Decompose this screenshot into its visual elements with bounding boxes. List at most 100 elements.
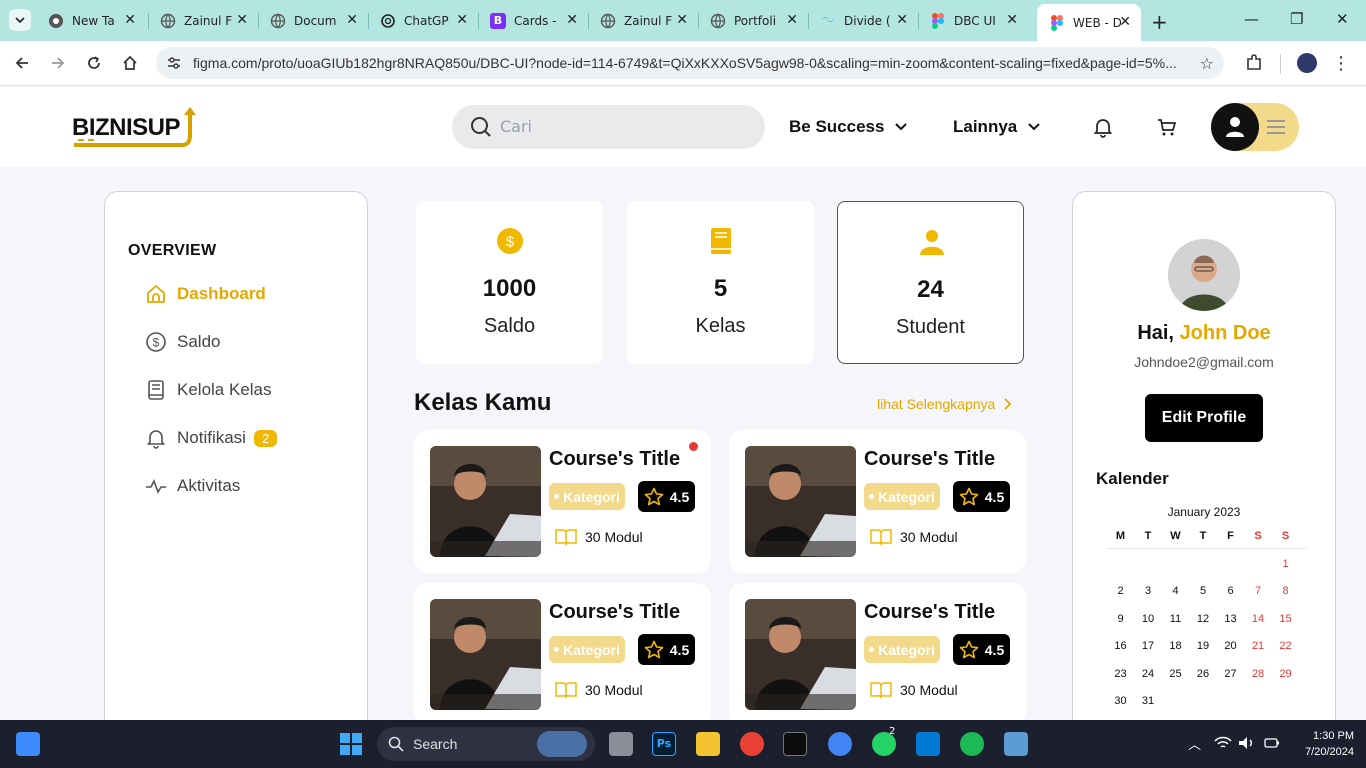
- home-icon[interactable]: [120, 53, 140, 73]
- terminal-icon[interactable]: [783, 732, 807, 756]
- calendar-day[interactable]: 24: [1135, 668, 1162, 680]
- forward-arrow-icon[interactable]: [48, 53, 68, 73]
- course-card[interactable]: Course's Title Kategori 4.5 30 Modul: [729, 430, 1026, 573]
- sidebar-item-dashboard[interactable]: Dashboard: [145, 281, 266, 307]
- battery-icon[interactable]: [1264, 737, 1280, 749]
- calendar-day[interactable]: 14: [1245, 613, 1272, 625]
- calendar-day[interactable]: 27: [1217, 668, 1244, 680]
- close-tab-icon[interactable]: ✕: [676, 12, 688, 28]
- calendar-day[interactable]: 21: [1245, 640, 1272, 652]
- calendar-day[interactable]: 12: [1190, 613, 1217, 625]
- calendar-day[interactable]: 15: [1272, 613, 1299, 625]
- close-tab-icon[interactable]: ✕: [236, 12, 248, 28]
- calendar-day[interactable]: 7: [1245, 585, 1272, 597]
- calendar-day[interactable]: 16: [1107, 640, 1134, 652]
- calendar-day[interactable]: 13: [1217, 613, 1244, 625]
- photos-icon[interactable]: [1004, 732, 1028, 756]
- calendar-day[interactable]: 2: [1107, 585, 1134, 597]
- close-tab-icon[interactable]: ✕: [896, 12, 908, 28]
- tab-search-button[interactable]: [9, 9, 31, 31]
- calendar-day[interactable]: 23: [1107, 668, 1134, 680]
- browser-tab[interactable]: Zainul F ✕: [588, 6, 698, 35]
- bell-icon[interactable]: [1092, 116, 1114, 138]
- calendar-day[interactable]: 11: [1162, 613, 1189, 625]
- new-tab-plus-icon[interactable]: +: [1151, 10, 1168, 34]
- extensions-icon[interactable]: [1244, 53, 1264, 73]
- close-tab-icon[interactable]: ✕: [786, 12, 798, 28]
- calendar-day[interactable]: 28: [1245, 668, 1272, 680]
- stat-card-saldo[interactable]: $ 1000 Saldo: [416, 201, 603, 364]
- sidebar-item-aktivitas[interactable]: Aktivitas: [145, 473, 240, 499]
- search-input[interactable]: Cari: [452, 105, 765, 149]
- spotify-icon[interactable]: [960, 732, 984, 756]
- hamburger-menu-icon[interactable]: [1266, 118, 1286, 136]
- close-tab-icon[interactable]: ✕: [346, 12, 358, 28]
- course-card[interactable]: Course's Title Kategori 4.5 30 Modul: [414, 583, 711, 726]
- course-card[interactable]: Course's Title Kategori 4.5 30 Modul: [729, 583, 1026, 726]
- calendar-day[interactable]: 10: [1135, 613, 1162, 625]
- chevron-up-icon[interactable]: ︿: [1188, 734, 1201, 753]
- stat-card-student[interactable]: 24 Student: [837, 201, 1024, 364]
- back-arrow-icon[interactable]: [12, 53, 32, 73]
- calendar-day[interactable]: 17: [1135, 640, 1162, 652]
- whatsapp-icon[interactable]: 2: [872, 726, 896, 756]
- calendar-day[interactable]: 20: [1217, 640, 1244, 652]
- user-avatar[interactable]: [1211, 103, 1259, 151]
- close-tab-icon[interactable]: ✕: [124, 12, 136, 28]
- close-tab-icon[interactable]: ✕: [1119, 14, 1131, 30]
- sidebar-item-saldo[interactable]: $ Saldo: [145, 329, 220, 355]
- close-window-icon[interactable]: ✕: [1336, 10, 1349, 28]
- be-success-dropdown[interactable]: Be Success: [789, 117, 908, 137]
- calendar-day[interactable]: 3: [1135, 585, 1162, 597]
- volume-icon[interactable]: [1238, 736, 1256, 750]
- browser-tab-active[interactable]: WEB - D ✕: [1037, 4, 1141, 41]
- photoshop-icon[interactable]: Ps: [652, 732, 676, 756]
- url-bar[interactable]: figma.com/proto/uoaGIUb182hgr8NRAQ850u/D…: [156, 47, 1224, 79]
- site-settings-icon[interactable]: [166, 55, 182, 75]
- file-explorer-icon[interactable]: [696, 732, 720, 756]
- sidebar-item-notifikasi[interactable]: Notifikasi 2: [145, 425, 278, 451]
- calendar-day[interactable]: 18: [1162, 640, 1189, 652]
- calendar-day[interactable]: 29: [1272, 668, 1299, 680]
- calendar-day[interactable]: 5: [1190, 585, 1217, 597]
- windows-start-icon[interactable]: [339, 732, 363, 756]
- calendar-day[interactable]: 4: [1162, 585, 1189, 597]
- browser-tab[interactable]: B Cards - ✕: [478, 6, 588, 35]
- task-view-icon[interactable]: [609, 732, 633, 756]
- calendar-day[interactable]: 31: [1135, 695, 1162, 707]
- cart-icon[interactable]: [1156, 116, 1178, 138]
- browser-tab[interactable]: ChatGP ✕: [368, 6, 478, 35]
- see-more-link[interactable]: lihat Selengkapnya: [877, 396, 1012, 412]
- calendar-day[interactable]: 25: [1162, 668, 1189, 680]
- profile-avatar[interactable]: [1297, 53, 1317, 73]
- close-tab-icon[interactable]: ✕: [1006, 12, 1018, 28]
- calendar-day[interactable]: 1: [1272, 558, 1299, 570]
- edit-profile-button[interactable]: Edit Profile: [1145, 394, 1263, 442]
- browser-tab[interactable]: New Ta ✕: [36, 6, 146, 35]
- system-clock[interactable]: 1:30 PM 7/20/2024: [1290, 728, 1354, 760]
- course-card[interactable]: Course's Title Kategori 4.5 30 Modul: [414, 430, 711, 573]
- browser-tab[interactable]: Portfoli ✕: [698, 6, 808, 35]
- calendar-day[interactable]: 9: [1107, 613, 1134, 625]
- widgets-icon[interactable]: [16, 732, 40, 756]
- close-tab-icon[interactable]: ✕: [456, 12, 468, 28]
- browser-tab[interactable]: Zainul F ✕: [148, 6, 258, 35]
- close-tab-icon[interactable]: ✕: [566, 12, 578, 28]
- taskbar-search[interactable]: Search: [377, 727, 595, 761]
- browser-tab[interactable]: DBC UI ✕: [918, 6, 1028, 35]
- vscode-icon[interactable]: [916, 732, 940, 756]
- stat-card-kelas[interactable]: 5 Kelas: [627, 201, 814, 364]
- calendar-day[interactable]: 19: [1190, 640, 1217, 652]
- reload-icon[interactable]: [84, 53, 104, 73]
- chrome-icon[interactable]: [740, 732, 764, 756]
- user-menu-pill[interactable]: [1211, 103, 1299, 151]
- calendar-day[interactable]: 30: [1107, 695, 1134, 707]
- minimize-icon[interactable]: —: [1244, 10, 1259, 28]
- chrome-profile-icon[interactable]: [828, 732, 852, 756]
- sidebar-item-kelola-kelas[interactable]: Kelola Kelas: [145, 377, 272, 403]
- calendar-day[interactable]: 6: [1217, 585, 1244, 597]
- restore-icon[interactable]: ❐: [1290, 10, 1303, 28]
- lainnya-dropdown[interactable]: Lainnya: [953, 117, 1041, 137]
- calendar-day[interactable]: 26: [1190, 668, 1217, 680]
- calendar-day[interactable]: 22: [1272, 640, 1299, 652]
